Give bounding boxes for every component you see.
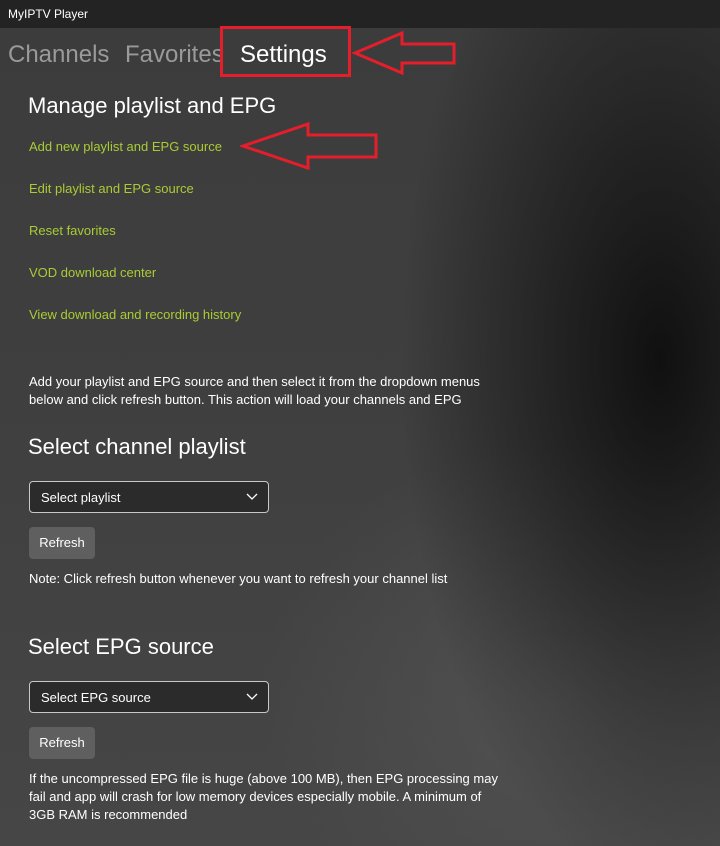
epg-warning-line: 3GB RAM is recommended [29,807,188,822]
playlist-dropdown-value: Select playlist [41,490,121,505]
epg-refresh-button[interactable]: Refresh [29,727,95,759]
playlist-heading: Select channel playlist [28,434,246,459]
epg-warning-line: If the uncompressed EPG file is huge (ab… [29,771,498,786]
epg-dropdown[interactable]: Select EPG source [29,681,269,713]
playlist-note: Note: Click refresh button whenever you … [29,571,448,586]
epg-warning-line: fail and app will crash for low memory d… [29,789,482,804]
window-title: MyIPTV Player [8,7,89,21]
tab-channels[interactable]: Channels [8,41,109,69]
instructions-text: Add your playlist and EPG source and the… [29,373,480,409]
epg-dropdown-value: Select EPG source [41,690,151,705]
epg-heading: Select EPG source [28,634,214,659]
tab-favorites[interactable]: Favorites [125,41,224,69]
reset-favorites-link[interactable]: Reset favorites [29,223,116,238]
manage-heading: Manage playlist and EPG [28,93,277,118]
left-arrow-annotation-icon [240,121,378,171]
edit-playlist-link[interactable]: Edit playlist and EPG source [29,181,194,196]
playlist-dropdown[interactable]: Select playlist [29,481,269,513]
vod-download-center-link[interactable]: VOD download center [29,265,156,280]
epg-warning-text: If the uncompressed EPG file is huge (ab… [29,770,498,824]
title-bar: MyIPTV Player [0,0,720,28]
chevron-down-icon [246,693,258,700]
add-playlist-link[interactable]: Add new playlist and EPG source [29,139,222,154]
instructions-line: below and click refresh button. This act… [29,392,462,407]
left-arrow-annotation-icon [352,30,456,76]
download-history-link[interactable]: View download and recording history [29,307,241,322]
instructions-line: Add your playlist and EPG source and the… [29,374,480,389]
chevron-down-icon [246,493,258,500]
settings-highlight-box [220,26,351,77]
playlist-refresh-button[interactable]: Refresh [29,527,95,559]
